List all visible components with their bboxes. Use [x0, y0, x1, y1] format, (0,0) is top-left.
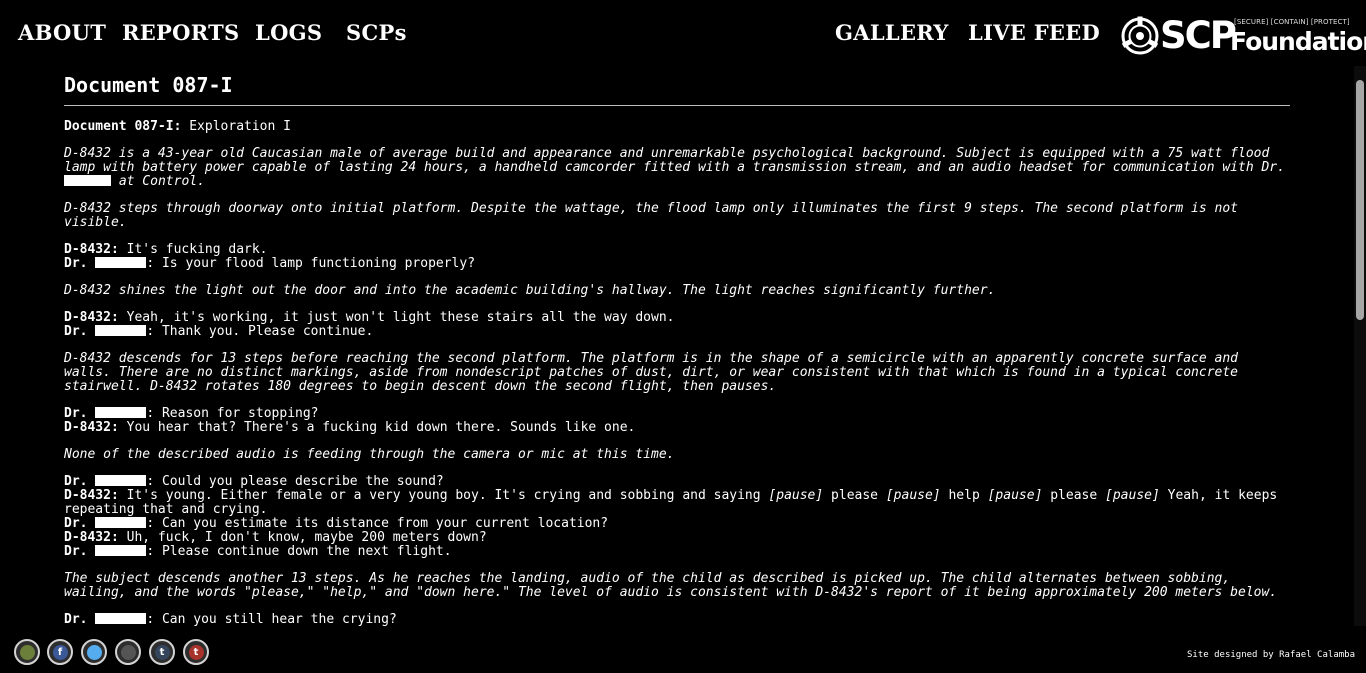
speaker-label: Dr.	[64, 474, 88, 489]
dialogue-text: please	[1042, 488, 1106, 503]
document-body: Document 087-I: Exploration I D-8432 is …	[64, 106, 1290, 627]
redaction-bar	[95, 545, 147, 556]
dialogue-block: Dr. : Could you please describe the soun…	[64, 475, 1290, 559]
icon-fill: f	[52, 644, 68, 660]
dialogue-line: Dr. : Could you please describe the soun…	[64, 475, 1290, 489]
redaction-bar	[95, 407, 147, 418]
narrative-paragraph: None of the described audio is feeding t…	[64, 447, 675, 462]
page-title: Document 087-I	[64, 73, 233, 97]
dialogue-line: D-8432: You hear that? There's a fucking…	[64, 421, 1290, 435]
scp-wiki-icon[interactable]	[14, 639, 40, 665]
icon-fill: t	[154, 644, 170, 660]
document-subtitle: Exploration I	[181, 119, 291, 134]
document-header-line: Document 087-I: Exploration I	[64, 120, 1290, 134]
page-scrollbar[interactable]	[1354, 66, 1366, 626]
dialogue-text: It's fucking dark.	[118, 242, 268, 257]
logo-tagline: [SECURE] [CONTAIN] [PROTECT]	[1234, 18, 1350, 26]
narrative-paragraph: D-8432 descends for 13 steps before reac…	[64, 351, 1238, 394]
narrative-paragraph: The subject descends another 13 steps. A…	[64, 571, 1278, 600]
pause-marker: [pause]	[1105, 488, 1160, 503]
dialogue-block: D-8432: Yeah, it's working, it just won'…	[64, 311, 1290, 339]
dialogue-text: : Can you still hear the crying?	[146, 612, 397, 627]
site-credit: Site designed by Rafael Calamba	[1187, 650, 1355, 660]
pause-marker: [pause]	[768, 488, 824, 503]
dialogue-line: Dr. : Reason for stopping?	[64, 407, 1290, 421]
document-content: Document 087-I Document 087-I: Explorati…	[64, 66, 1290, 630]
twitter-icon[interactable]	[81, 639, 107, 665]
dialogue-line: Dr. : Please continue down the next flig…	[64, 545, 1290, 559]
speaker-label: Dr.	[64, 544, 88, 559]
narrative-text: D-8432 is a 43-year old Caucasian male o…	[64, 146, 1285, 175]
dialogue-text: : Can you estimate its distance from you…	[146, 516, 609, 531]
speaker-label: D-8432:	[64, 242, 119, 257]
logo-subtitle: Foundation	[1230, 27, 1366, 56]
speaker-label: D-8432:	[64, 488, 119, 503]
nav-live-feed-link[interactable]: LIVE FEED	[968, 20, 1100, 45]
top-navigation: ABOUT REPORTS LOGS SCPs GALLERY LIVE FEE…	[0, 0, 1366, 66]
icon-fill	[120, 644, 136, 660]
nav-logs-link[interactable]: LOGS	[255, 20, 322, 45]
dialogue-block: D-8432: It's fucking dark. Dr. : Is your…	[64, 243, 1290, 271]
dialogue-text: : Is your flood lamp functioning properl…	[146, 256, 476, 271]
dialogue-text: : Reason for stopping?	[146, 406, 319, 421]
icon-fill	[86, 644, 102, 660]
dialogue-text: please	[823, 488, 886, 503]
speaker-label: Dr.	[64, 324, 88, 339]
dialogue-text: It's young. Either female or a very youn…	[118, 488, 769, 503]
narrative-paragraph: D-8432 steps through doorway onto initia…	[64, 201, 1238, 230]
nav-gallery-link[interactable]: GALLERY	[835, 20, 949, 45]
dialogue-line: Dr. : Is your flood lamp functioning pro…	[64, 257, 1290, 271]
dialogue-line: Dr. : Can you estimate its distance from…	[64, 517, 1290, 531]
scp-seal-icon[interactable]	[115, 639, 141, 665]
dialogue-text: You hear that? There's a fucking kid dow…	[118, 420, 636, 435]
nav-reports-link[interactable]: REPORTS	[122, 20, 240, 45]
document-label: Document 087-I:	[64, 119, 182, 134]
icon-fill	[19, 644, 35, 660]
dialogue-text: Yeah, it's working, it just won't light …	[118, 310, 675, 325]
speaker-label: D-8432:	[64, 530, 119, 545]
dialogue-line: D-8432: It's young. Either female or a v…	[64, 489, 1290, 517]
redaction-bar	[95, 517, 147, 528]
narrative-paragraph: D-8432 is a 43-year old Caucasian male o…	[64, 147, 1290, 189]
redaction-bar	[95, 325, 147, 336]
speaker-label: Dr.	[64, 406, 88, 421]
dialogue-line: D-8432: Uh, fuck, I don't know, maybe 20…	[64, 531, 1290, 545]
scrollbar-thumb[interactable]	[1356, 80, 1364, 320]
speaker-label: Dr.	[64, 516, 88, 531]
speaker-label: D-8432:	[64, 420, 119, 435]
logo-wordmark: SCP	[1160, 14, 1237, 57]
speaker-label: D-8432:	[64, 310, 119, 325]
dialogue-text: : Thank you. Please continue.	[146, 324, 374, 339]
pause-marker: [pause]	[885, 488, 941, 503]
dialogue-line: D-8432: Yeah, it's working, it just won'…	[64, 311, 1290, 325]
speaker-label: Dr.	[64, 612, 88, 627]
dialogue-text: : Could you please describe the sound?	[146, 474, 444, 489]
redaction-bar	[95, 475, 147, 486]
redaction-bar	[95, 613, 147, 624]
nav-about-link[interactable]: ABOUT	[18, 20, 106, 45]
redaction-bar	[95, 257, 147, 268]
pause-marker: [pause]	[987, 488, 1043, 503]
tumblr-icon[interactable]: t	[149, 639, 175, 665]
narrative-text: at Control.	[111, 174, 205, 189]
speaker-label: Dr.	[64, 256, 88, 271]
redaction-bar	[64, 175, 111, 186]
dialogue-line: Dr. : Thank you. Please continue.	[64, 325, 1290, 339]
facebook-icon[interactable]: f	[47, 639, 73, 665]
scp-seal-icon	[1121, 16, 1159, 55]
dialogue-text: Uh, fuck, I don't know, maybe 200 meters…	[118, 530, 487, 545]
icon-fill: t	[188, 644, 204, 660]
dialogue-block: Dr. : Can you still hear the crying?	[64, 613, 1290, 627]
dialogue-block: Dr. : Reason for stopping? D-8432: You h…	[64, 407, 1290, 435]
scp-foundation-logo[interactable]: SCP [SECURE] [CONTAIN] [PROTECT] Foundat…	[1120, 14, 1366, 58]
dialogue-text: : Please continue down the next flight.	[146, 544, 452, 559]
nav-scps-link[interactable]: SCPs	[346, 20, 407, 45]
tumblr-red-icon[interactable]: t	[183, 639, 209, 665]
narrative-paragraph: D-8432 shines the light out the door and…	[64, 283, 996, 298]
dialogue-line: Dr. : Can you still hear the crying?	[64, 613, 1290, 627]
dialogue-text: help	[940, 488, 988, 503]
dialogue-line: D-8432: It's fucking dark.	[64, 243, 1290, 257]
